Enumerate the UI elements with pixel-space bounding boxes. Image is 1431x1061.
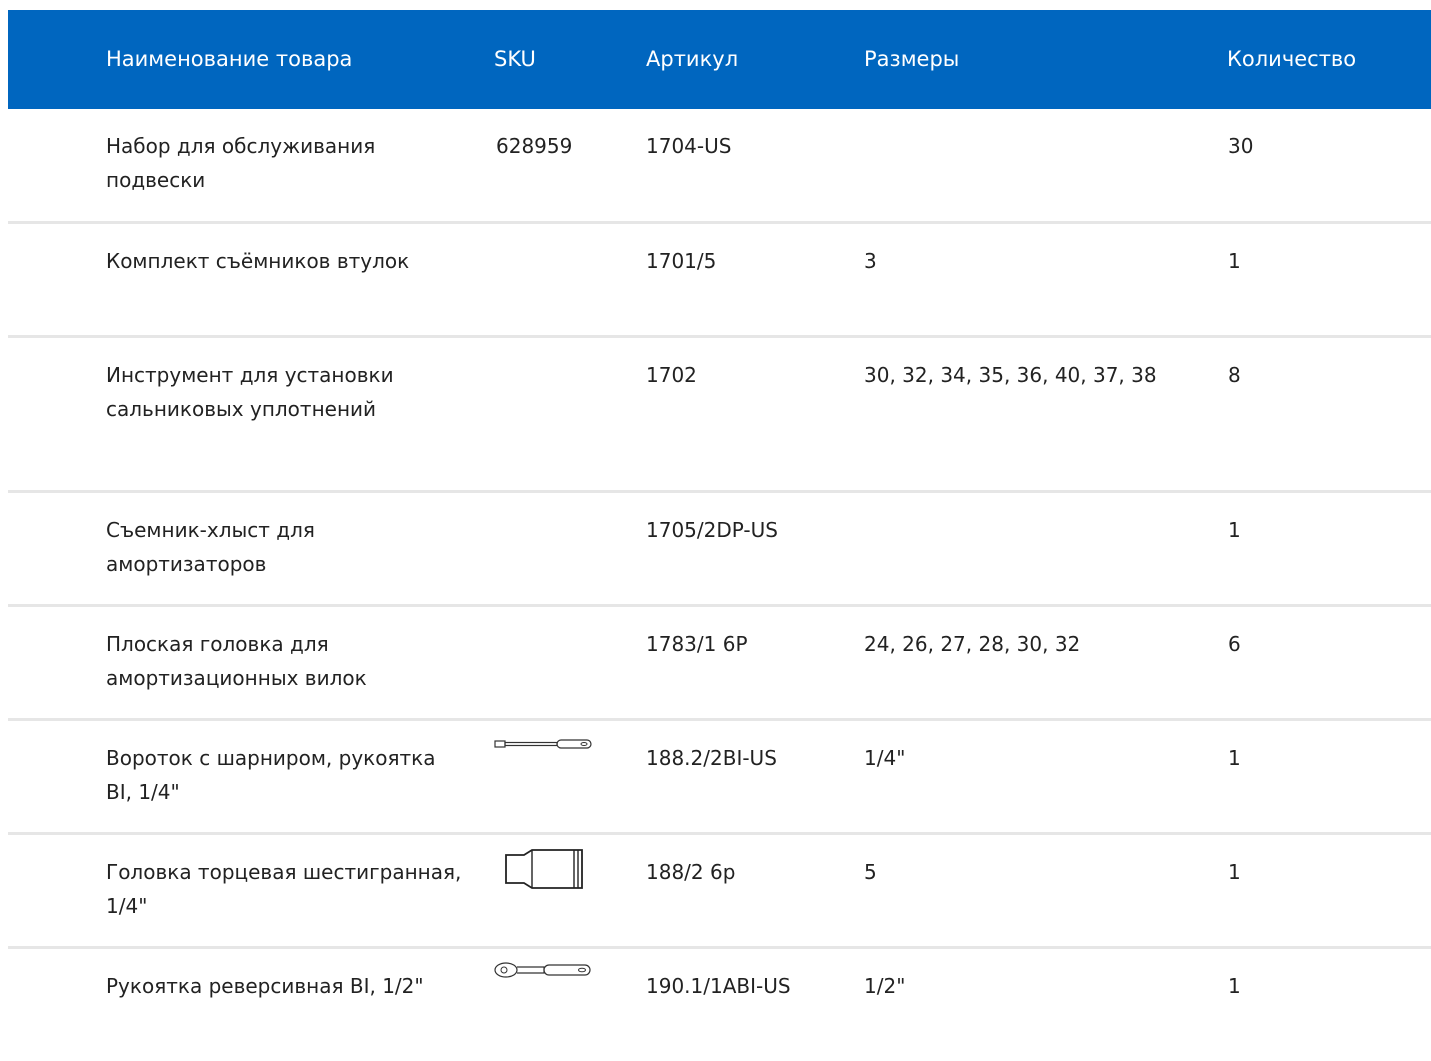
table-row[interactable]: Вороток с шарниром, рукоятка BI, 1/4" 18… bbox=[8, 721, 1431, 835]
socket-icon[interactable] bbox=[494, 847, 584, 891]
product-quantity: 1 bbox=[1228, 860, 1241, 884]
table-row[interactable]: Набор для обслуживания подвески 628959 1… bbox=[8, 109, 1431, 224]
column-header-article[interactable]: Артикул bbox=[646, 46, 738, 72]
product-quantity: 30 bbox=[1228, 134, 1254, 158]
product-name[interactable]: Набор для обслуживания подвески bbox=[106, 129, 466, 197]
product-quantity: 1 bbox=[1228, 746, 1241, 770]
product-table: Наименование товара SKU Артикул Размеры … bbox=[8, 10, 1431, 1061]
table-row[interactable]: Съемник-хлыст для амортизаторов 1705/2DP… bbox=[8, 493, 1431, 607]
column-header-name[interactable]: Наименование товара bbox=[106, 46, 352, 72]
product-sizes: 1/4" bbox=[864, 746, 906, 770]
product-sizes: 5 bbox=[864, 860, 877, 884]
table-row[interactable]: Комплект съёмников втулок 1701/5 3 1 bbox=[8, 224, 1431, 338]
table-header: Наименование товара SKU Артикул Размеры … bbox=[8, 10, 1431, 109]
product-article: 188/2 6р bbox=[646, 860, 736, 884]
product-name[interactable]: Инструмент для установки сальниковых упл… bbox=[106, 358, 436, 426]
product-name[interactable]: Вороток с шарниром, рукоятка BI, 1/4" bbox=[106, 741, 466, 809]
product-sku: 628959 bbox=[496, 134, 573, 158]
product-sizes: 3 bbox=[864, 249, 877, 273]
product-quantity: 6 bbox=[1228, 632, 1241, 656]
product-name[interactable]: Плоская головка для амортизационных вило… bbox=[106, 627, 466, 695]
breaker-bar-icon[interactable] bbox=[494, 737, 592, 751]
product-name[interactable]: Рукоятка реверсивная BI, 1/2" bbox=[106, 969, 466, 1003]
product-quantity: 1 bbox=[1228, 518, 1241, 542]
product-article: 1704-US bbox=[646, 134, 732, 158]
product-article: 1705/2DP-US bbox=[646, 518, 778, 542]
table-row[interactable]: Плоская головка для амортизационных вило… bbox=[8, 607, 1431, 721]
product-quantity: 1 bbox=[1228, 974, 1241, 998]
product-article: 1701/5 bbox=[646, 249, 717, 273]
product-sizes: 30, 32, 34, 35, 36, 40, 37, 38 bbox=[864, 363, 1157, 387]
product-sizes: 1/2" bbox=[864, 974, 906, 998]
column-header-sku[interactable]: SKU bbox=[494, 46, 536, 72]
table-row[interactable]: Инструмент для установки сальниковых упл… bbox=[8, 338, 1431, 493]
product-article: 188.2/2BI-US bbox=[646, 746, 777, 770]
product-quantity: 1 bbox=[1228, 249, 1241, 273]
table-row[interactable]: Рукоятка реверсивная BI, 1/2" 190.1/1ABI… bbox=[8, 949, 1431, 1061]
product-quantity: 8 bbox=[1228, 363, 1241, 387]
product-article: 1783/1 6P bbox=[646, 632, 748, 656]
product-name[interactable]: Съемник-хлыст для амортизаторов bbox=[106, 513, 466, 581]
product-name[interactable]: Головка торцевая шестигранная, 1/4" bbox=[106, 855, 466, 923]
table-row[interactable]: Головка торцевая шестигранная, 1/4" 188/… bbox=[8, 835, 1431, 949]
product-article: 1702 bbox=[646, 363, 697, 387]
product-name[interactable]: Комплект съёмников втулок bbox=[106, 244, 466, 278]
ratchet-icon[interactable] bbox=[494, 961, 592, 979]
product-article: 190.1/1ABI-US bbox=[646, 974, 791, 998]
column-header-sizes[interactable]: Размеры bbox=[864, 46, 959, 72]
product-sizes: 24, 26, 27, 28, 30, 32 bbox=[864, 632, 1081, 656]
column-header-quantity[interactable]: Количество bbox=[1227, 46, 1356, 72]
